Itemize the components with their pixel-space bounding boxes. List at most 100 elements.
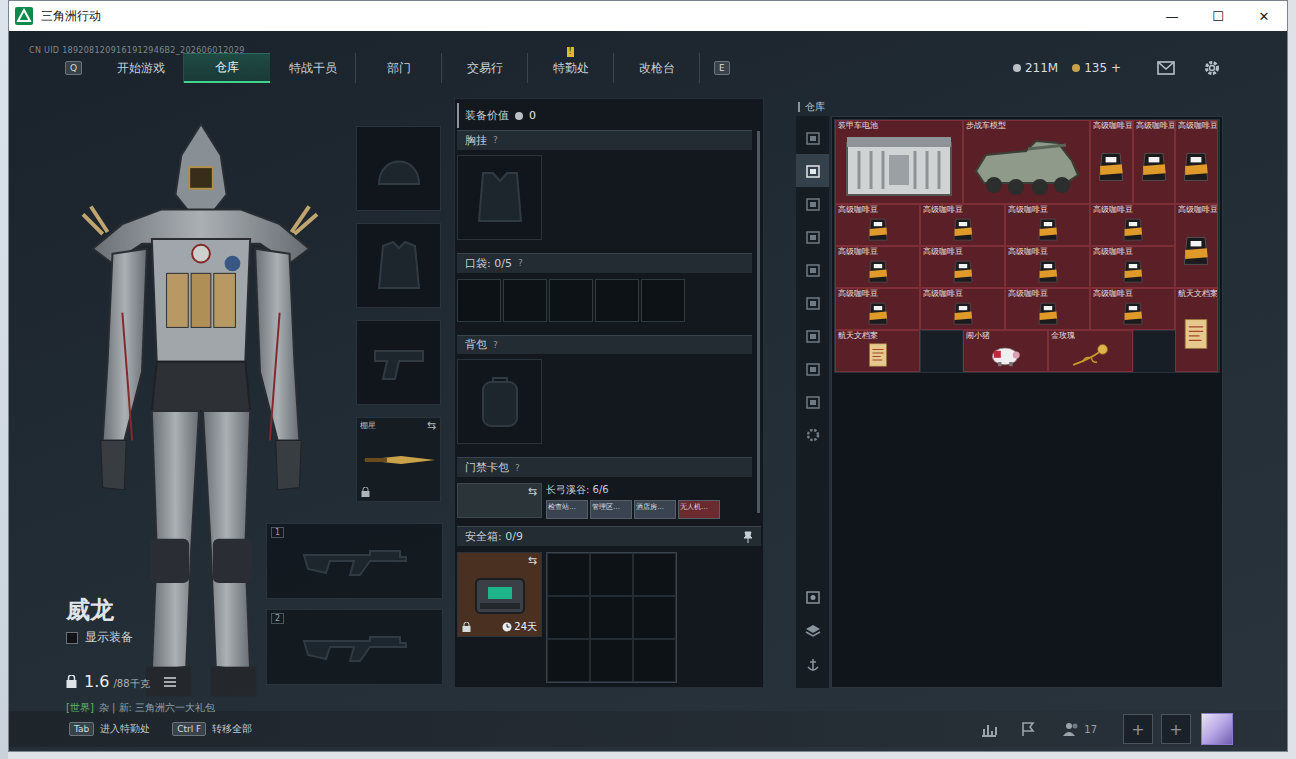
stats-chart-icon[interactable] [980, 721, 998, 737]
pocket-slot[interactable] [595, 279, 639, 322]
warehouse-tab[interactable] [796, 154, 829, 187]
warehouse-tab[interactable] [796, 352, 829, 385]
warehouse-item[interactable]: 步战车模型 [963, 120, 1091, 204]
warehouse-item[interactable]: 高级咖啡豆 [1175, 120, 1218, 204]
warehouse-item[interactable]: 高级咖啡豆 [835, 204, 920, 246]
warehouse-item[interactable]: 高级咖啡豆 [1133, 120, 1176, 204]
window-control-button[interactable]: — [1149, 1, 1195, 31]
nav-tab[interactable]: 仓库 [184, 53, 270, 83]
friends-button[interactable]: 17 [1062, 721, 1097, 737]
warehouse-item[interactable]: 高级咖啡豆 [1005, 204, 1090, 246]
keycard[interactable]: 酒店房… [634, 500, 676, 519]
pocket-slot[interactable] [457, 279, 501, 322]
pocket-slot[interactable] [641, 279, 685, 322]
safe-cell[interactable] [547, 639, 590, 682]
swap-icon[interactable]: ⇆ [528, 554, 537, 567]
safe-box-slot[interactable]: ⇆24天 [457, 552, 542, 637]
warehouse-tab[interactable] [796, 286, 829, 319]
melee-slot[interactable]: 棚星⇆ [356, 417, 441, 502]
keycard[interactable]: 检查站… [546, 500, 588, 519]
safe-cell[interactable] [633, 596, 676, 639]
warehouse-item[interactable]: 高级咖啡豆 [920, 204, 1005, 246]
warehouse-item[interactable]: 高级咖啡豆 [1175, 204, 1218, 288]
pin-icon[interactable] [743, 531, 753, 543]
nav-tab[interactable]: 改枪台 [614, 53, 700, 83]
key-hint[interactable]: Ctrl F转移全部 [172, 722, 252, 736]
warehouse-item[interactable]: 高级咖啡豆 [920, 288, 1005, 330]
player-avatar[interactable] [1201, 713, 1233, 745]
window-control-button[interactable]: ☐ [1195, 1, 1241, 31]
warehouse-item[interactable]: 高级咖啡豆 [835, 246, 920, 288]
nav-tab[interactable]: 部门 [356, 53, 442, 83]
warehouse-tab[interactable] [796, 385, 829, 418]
gear-icon[interactable] [1203, 59, 1221, 77]
warehouse-item[interactable]: 高级咖啡豆 [835, 288, 920, 330]
swap-icon[interactable]: ⇆ [427, 419, 436, 432]
warehouse-tab[interactable] [796, 418, 829, 451]
warehouse-item[interactable]: 高级咖啡豆 [1005, 246, 1090, 288]
warehouse-item[interactable]: 航天文档案 [1175, 288, 1218, 372]
help-icon[interactable]: ? [493, 135, 498, 145]
helmet-slot[interactable] [356, 126, 441, 211]
scrollbar[interactable] [757, 131, 760, 513]
keycard[interactable]: 无人机… [678, 500, 720, 519]
pocket-slot[interactable] [549, 279, 593, 322]
help-icon[interactable]: ? [515, 463, 520, 473]
warehouse-tool[interactable] [796, 614, 829, 648]
weapon-slot[interactable]: 2 [266, 609, 443, 685]
flag-icon[interactable] [1020, 721, 1036, 737]
warehouse-item[interactable]: 高级咖啡豆 [1090, 120, 1133, 204]
safe-cell[interactable] [590, 639, 633, 682]
show-gear-row[interactable]: 显示装备 [66, 629, 215, 646]
warehouse-tab[interactable] [796, 220, 829, 253]
safe-cell[interactable] [590, 553, 633, 596]
safe-cell[interactable] [633, 553, 676, 596]
swap-icon[interactable]: ⇆ [528, 485, 537, 498]
add-party-slot[interactable]: + [1123, 714, 1153, 744]
keycard[interactable]: 管理区… [590, 500, 632, 519]
warehouse-tab[interactable] [796, 319, 829, 352]
chest-slot[interactable] [457, 155, 542, 240]
warehouse-item[interactable]: 高级咖啡豆 [1005, 288, 1090, 330]
safe-cell[interactable] [547, 596, 590, 639]
help-icon[interactable]: ? [518, 258, 523, 268]
nav-tab[interactable]: 开始游戏 [98, 53, 184, 83]
next-tab-key[interactable]: E [714, 61, 730, 75]
coffee-bag-icon [1093, 131, 1129, 201]
nav-tab[interactable]: 交易行 [442, 53, 528, 83]
armor-slot[interactable] [356, 223, 441, 308]
nav-tab[interactable]: 特勤处! [528, 53, 614, 83]
warehouse-item[interactable]: 金玫瑰 [1048, 330, 1133, 372]
currency-value: 135 + [1084, 61, 1121, 75]
add-party-slot[interactable]: + [1161, 714, 1191, 744]
window-control-button[interactable]: ✕ [1241, 1, 1287, 31]
currency: 211M [1013, 61, 1058, 75]
keycard-case-slot[interactable]: ⇆ [457, 483, 542, 518]
warehouse-item[interactable]: 装甲车电池 [835, 120, 963, 204]
backpack-slot[interactable] [457, 359, 542, 444]
key-hint[interactable]: Tab进入特勤处 [69, 722, 150, 736]
warehouse-item[interactable]: 高级咖啡豆 [1090, 288, 1175, 330]
warehouse-item[interactable]: 闹小猪 [963, 330, 1048, 372]
safe-cell[interactable] [633, 639, 676, 682]
warehouse-tab[interactable] [796, 121, 829, 154]
warehouse-tool[interactable] [796, 580, 829, 614]
prev-tab-key[interactable]: Q [65, 61, 82, 75]
mail-icon[interactable] [1157, 61, 1175, 75]
show-gear-checkbox[interactable] [66, 632, 78, 644]
pistol-slot[interactable] [356, 320, 441, 405]
pocket-slot[interactable] [503, 279, 547, 322]
help-icon[interactable]: ? [493, 340, 498, 350]
safe-cell[interactable] [590, 596, 633, 639]
warehouse-tool[interactable] [796, 648, 829, 682]
list-icon[interactable] [164, 677, 176, 687]
warehouse-tab[interactable] [796, 187, 829, 220]
warehouse-item[interactable]: 高级咖啡豆 [1090, 204, 1175, 246]
warehouse-item[interactable]: 航天文档案 [835, 330, 920, 372]
nav-tab[interactable]: 特战干员 [270, 53, 356, 83]
warehouse-item[interactable]: 高级咖啡豆 [1090, 246, 1175, 288]
safe-cell[interactable] [547, 553, 590, 596]
weapon-slot[interactable]: 1 [266, 523, 443, 599]
warehouse-item[interactable]: 高级咖啡豆 [920, 246, 1005, 288]
warehouse-tab[interactable] [796, 253, 829, 286]
